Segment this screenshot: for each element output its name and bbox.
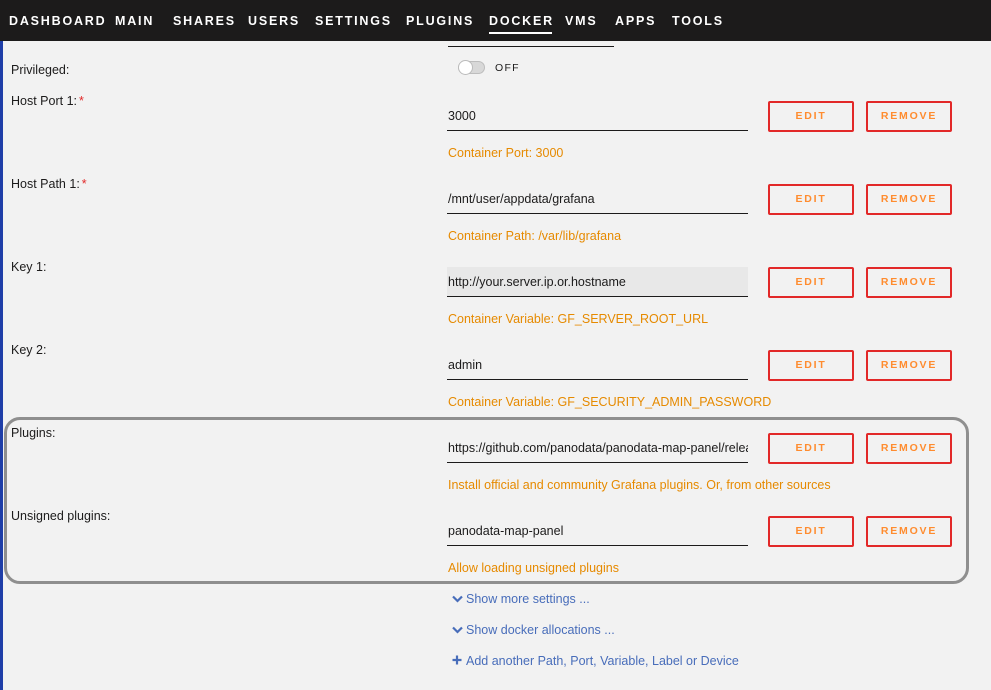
- nav-vms[interactable]: VMS: [565, 0, 598, 41]
- required-marker: *: [81, 177, 87, 191]
- key-2-remove-button[interactable]: REMOVE: [866, 350, 952, 381]
- unsigned-plugins-remove-button[interactable]: REMOVE: [866, 516, 952, 547]
- add-another-link[interactable]: Add another Path, Port, Variable, Label …: [452, 654, 739, 668]
- plugins-hint: Install official and community Grafana p…: [448, 478, 831, 492]
- host-port-1-hint: Container Port: 3000: [448, 146, 564, 160]
- add-another-text: Add another Path, Port, Variable, Label …: [466, 654, 739, 668]
- show-docker-allocations-link[interactable]: Show docker allocations ...: [452, 623, 615, 637]
- host-path-1-remove-button[interactable]: REMOVE: [866, 184, 952, 215]
- chevron-down-icon: [452, 623, 466, 637]
- nav-shares[interactable]: SHARES: [173, 0, 236, 41]
- plugins-edit-button[interactable]: EDIT: [768, 433, 854, 464]
- nav-main[interactable]: MAIN: [115, 0, 154, 41]
- key-1-hint: Container Variable: GF_SERVER_ROOT_URL: [448, 312, 709, 326]
- nav-apps[interactable]: APPS: [615, 0, 656, 41]
- previous-field-underline: [448, 46, 614, 47]
- key-2-label: Key 2:: [11, 343, 47, 357]
- key-1-remove-button[interactable]: REMOVE: [866, 267, 952, 298]
- key-2-hint: Container Variable: GF_SECURITY_ADMIN_PA…: [448, 395, 772, 409]
- nav-docker[interactable]: DOCKER: [489, 0, 554, 41]
- privileged-label: Privileged:: [11, 63, 70, 77]
- show-more-settings-text: Show more settings ...: [466, 592, 590, 606]
- host-port-1-remove-button[interactable]: REMOVE: [866, 101, 952, 132]
- required-marker: *: [79, 94, 84, 108]
- host-path-1-hint: Container Path: /var/lib/grafana: [448, 229, 622, 243]
- show-more-settings-link[interactable]: Show more settings ...: [452, 592, 590, 606]
- unsigned-plugins-label: Unsigned plugins:: [11, 509, 111, 523]
- plugins-label: Plugins:: [11, 426, 56, 440]
- host-path-1-input[interactable]: /mnt/user/appdata/grafana: [447, 184, 748, 214]
- show-docker-allocations-text: Show docker allocations ...: [466, 623, 615, 637]
- host-port-1-label: Host Port 1: *: [11, 94, 84, 108]
- top-navigation: DASHBOARD MAIN SHARES USERS SETTINGS PLU…: [0, 0, 991, 41]
- host-path-1-edit-button[interactable]: EDIT: [768, 184, 854, 215]
- unsigned-plugins-input[interactable]: panodata-map-panel: [447, 516, 748, 546]
- privileged-toggle[interactable]: [458, 60, 485, 75]
- nav-tools[interactable]: TOOLS: [672, 0, 724, 41]
- host-port-1-edit-button[interactable]: EDIT: [768, 101, 854, 132]
- key-2-edit-button[interactable]: EDIT: [768, 350, 854, 381]
- nav-settings[interactable]: SETTINGS: [315, 0, 392, 41]
- key-1-input[interactable]: http://your.server.ip.or.hostname: [447, 267, 748, 297]
- key-2-input[interactable]: admin: [447, 350, 748, 380]
- nav-users[interactable]: USERS: [248, 0, 300, 41]
- host-path-1-label: Host Path 1: *: [11, 177, 87, 191]
- plus-icon: [452, 654, 466, 668]
- host-port-1-input[interactable]: 3000: [447, 101, 748, 131]
- nav-dashboard[interactable]: DASHBOARD: [9, 0, 106, 41]
- unsigned-plugins-edit-button[interactable]: EDIT: [768, 516, 854, 547]
- key-1-label: Key 1:: [11, 260, 47, 274]
- nav-plugins[interactable]: PLUGINS: [406, 0, 474, 41]
- key-1-edit-button[interactable]: EDIT: [768, 267, 854, 298]
- unsigned-plugins-hint: Allow loading unsigned plugins: [448, 561, 619, 575]
- chevron-down-icon: [452, 592, 466, 606]
- left-edge-bar: [0, 0, 3, 690]
- toggle-knob: [458, 60, 473, 75]
- plugins-input[interactable]: https://github.com/panodata/panodata-map…: [447, 433, 748, 463]
- privileged-state: OFF: [495, 62, 520, 74]
- plugins-remove-button[interactable]: REMOVE: [866, 433, 952, 464]
